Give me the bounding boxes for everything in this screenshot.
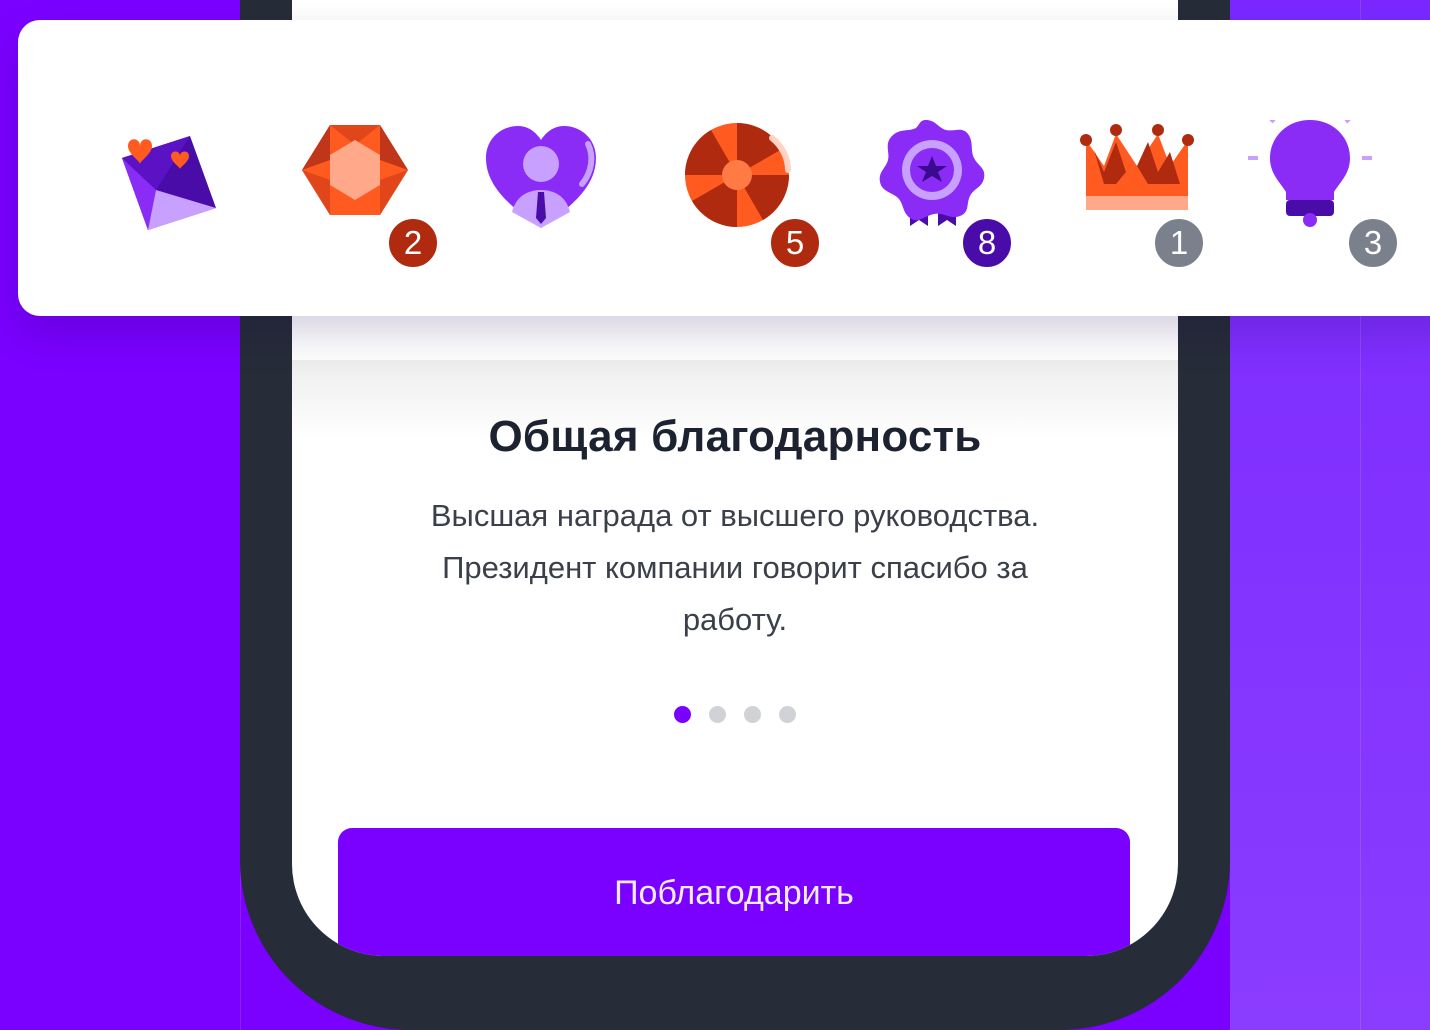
pagination-dots bbox=[292, 706, 1178, 723]
award-description: Высшая награда от высшего руководства. П… bbox=[430, 498, 1040, 637]
pagination-dot-1[interactable] bbox=[674, 706, 691, 723]
award-count-badge: 1 bbox=[1152, 216, 1206, 270]
award-medal[interactable]: 8 bbox=[876, 120, 1014, 270]
award-candy[interactable]: 5 bbox=[682, 120, 822, 270]
love-letter-icon bbox=[122, 136, 216, 230]
pagination-dot-2[interactable] bbox=[709, 706, 726, 723]
award-crown[interactable]: 1 bbox=[1066, 120, 1206, 270]
award-lightbulb[interactable]: 3 bbox=[1248, 120, 1400, 270]
award-gem[interactable]: 2 bbox=[290, 120, 440, 270]
award-heart-person[interactable] bbox=[476, 120, 606, 250]
thank-button[interactable]: Поблагодарить bbox=[338, 828, 1130, 956]
award-count-badge: 8 bbox=[960, 216, 1014, 270]
awards-strip: 2 5 8 1 3 bbox=[18, 20, 1430, 316]
award-count-badge: 2 bbox=[386, 216, 440, 270]
pagination-dot-4[interactable] bbox=[779, 706, 796, 723]
heart-person-icon bbox=[486, 126, 596, 228]
award-love-letter[interactable] bbox=[98, 120, 228, 250]
award-count-badge: 3 bbox=[1346, 216, 1400, 270]
award-title: Общая благодарность bbox=[488, 412, 982, 461]
pagination-dot-3[interactable] bbox=[744, 706, 761, 723]
award-count-badge: 5 bbox=[768, 216, 822, 270]
